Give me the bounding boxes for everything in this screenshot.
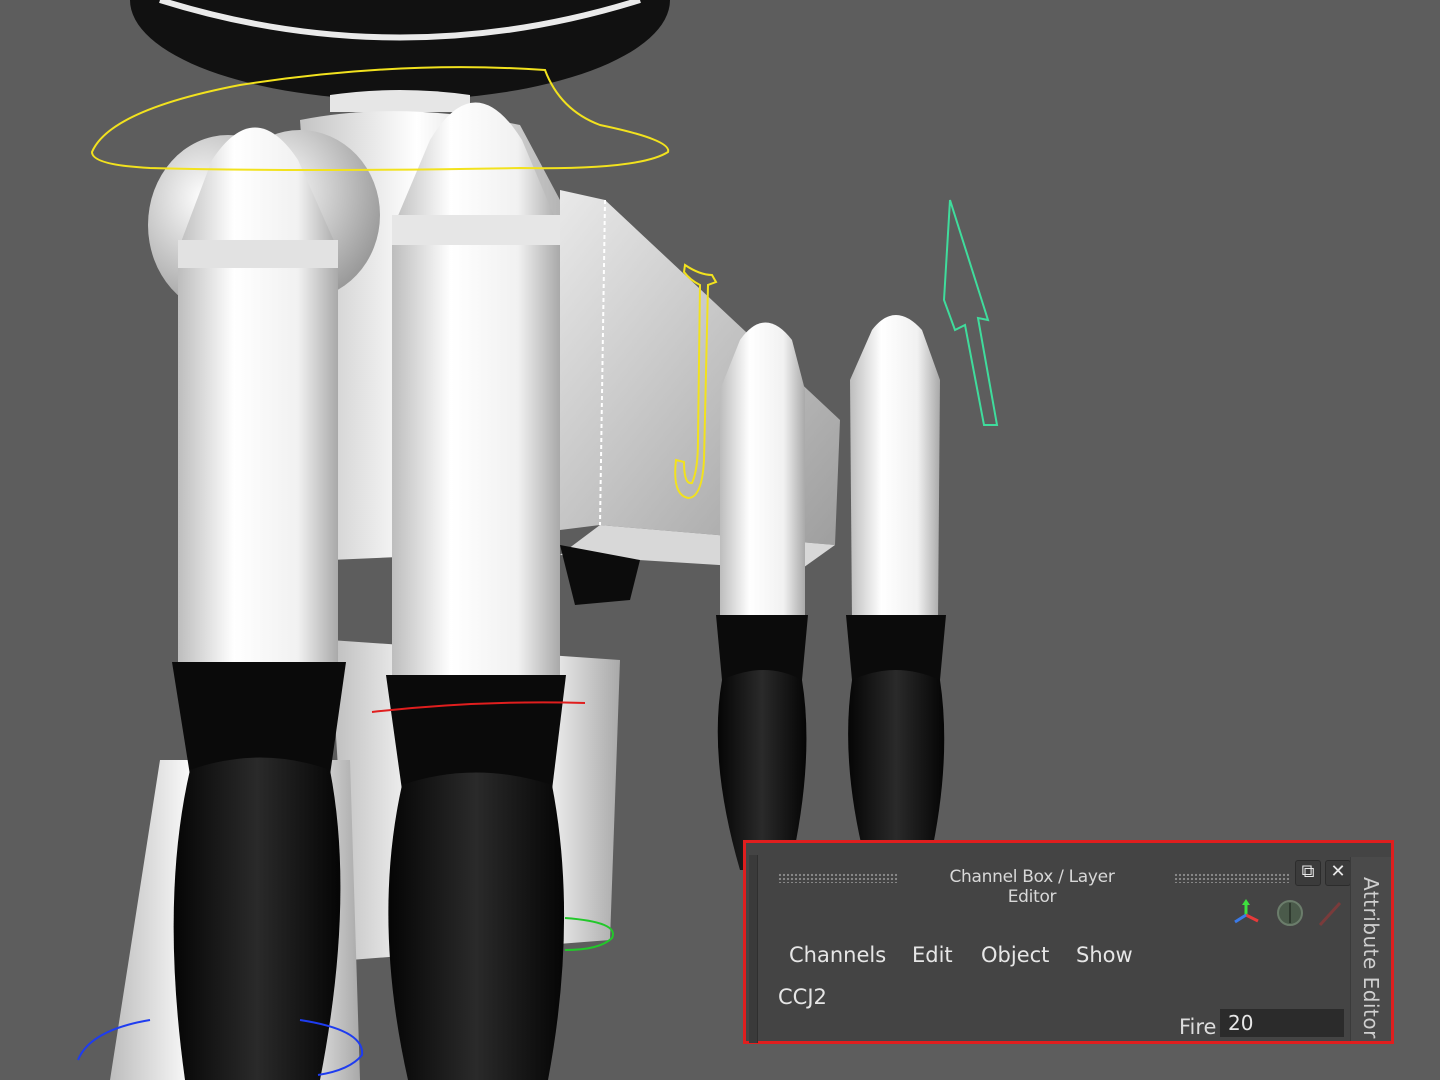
attribute-value-fire[interactable]: [1220, 1009, 1344, 1037]
attribute-editor-label: Attribute Editor: [1359, 877, 1383, 1039]
attribute-label-fire[interactable]: Fire: [1179, 1015, 1216, 1039]
panel-title: Channel Box / Layer Editor: [949, 867, 1115, 907]
rocket-near-right[interactable]: [386, 102, 566, 1080]
robot-head[interactable]: [130, 0, 670, 112]
close-icon[interactable]: ✕: [1325, 860, 1351, 886]
axis-manipulator-icon[interactable]: [1230, 897, 1262, 929]
channel-box-panel: Channel Box / Layer Editor ⧉ ✕ Channels …: [743, 840, 1394, 1044]
attribute-editor-tab[interactable]: Attribute Editor: [1350, 857, 1391, 1041]
menu-edit[interactable]: Edit: [912, 943, 953, 967]
green-arrow-curve[interactable]: [942, 199, 999, 426]
menu-channels[interactable]: Channels: [789, 943, 886, 967]
menu-show[interactable]: Show: [1076, 943, 1133, 967]
title-grip-left[interactable]: [778, 873, 898, 883]
rocket-far-right[interactable]: [846, 315, 946, 860]
channel-toggle-icon[interactable]: [1274, 897, 1306, 929]
selected-object-name[interactable]: CCJ2: [778, 985, 827, 1009]
float-window-icon[interactable]: ⧉: [1295, 860, 1321, 886]
menu-object[interactable]: Object: [981, 943, 1049, 967]
slash-icon[interactable]: [1314, 897, 1346, 929]
rocket-far-left[interactable]: [716, 322, 808, 871]
panel-drag-handle[interactable]: [749, 855, 758, 1043]
rocket-near-left[interactable]: [172, 127, 346, 1080]
title-grip-right[interactable]: [1174, 873, 1289, 883]
